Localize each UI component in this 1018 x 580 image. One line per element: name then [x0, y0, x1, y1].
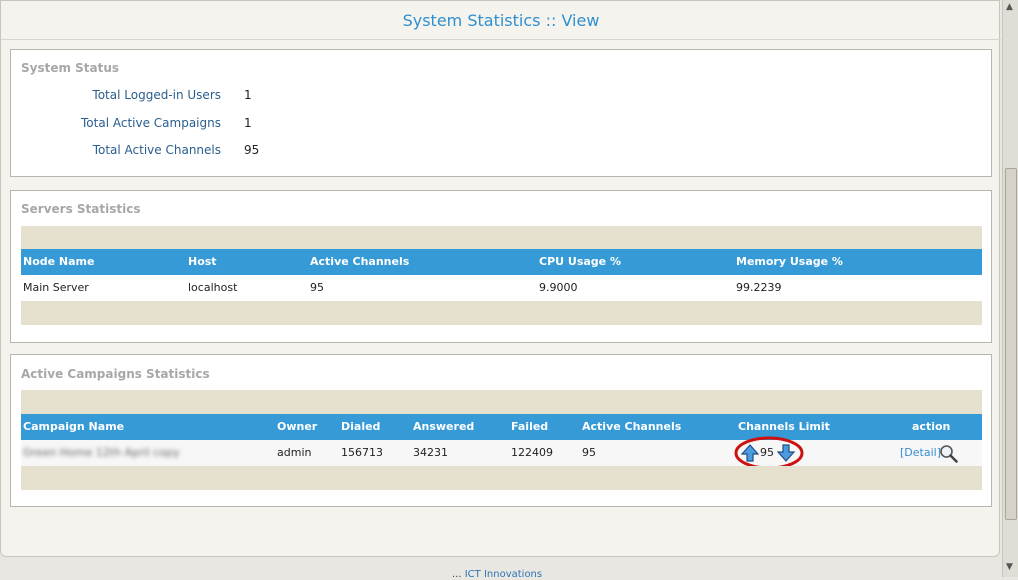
cell-answered: 34231	[413, 446, 448, 459]
footer: ... ICT Innovations	[452, 569, 542, 580]
increase-limit-arrow-up-icon[interactable]	[741, 444, 759, 462]
system-status-title: System Status	[21, 61, 120, 75]
footer-prefix: ...	[452, 569, 462, 580]
status-value: 1	[244, 88, 252, 102]
scroll-down-icon[interactable]: ▼	[1006, 562, 1013, 572]
cell-failed: 122409	[511, 446, 553, 459]
table-top-bar	[21, 390, 982, 414]
campaigns-panel: Active Campaigns Statistics Campaign Nam…	[10, 354, 992, 507]
scrollbar-thumb[interactable]	[1005, 168, 1017, 520]
col-campaign-name[interactable]: Campaign Name	[23, 414, 124, 440]
col-memory-usage[interactable]: Memory Usage %	[736, 249, 843, 275]
status-value: 1	[244, 116, 252, 130]
cell-host: localhost	[188, 281, 238, 294]
cell-cpu: 9.9000	[539, 281, 578, 294]
servers-table-header: Node Name Host Active Channels CPU Usage…	[21, 249, 982, 275]
table-top-bar	[21, 226, 982, 249]
vertical-scrollbar[interactable]: ▲ ▼	[1002, 0, 1018, 577]
servers-panel: Servers Statistics Node Name Host Active…	[10, 190, 992, 343]
title-divider	[1, 39, 1001, 40]
table-bottom-bar	[21, 301, 982, 325]
table-row: Main Server localhost 95 9.9000 99.2239	[21, 275, 982, 301]
status-row-users: Total Logged-in Users 1	[11, 88, 411, 106]
col-answered[interactable]: Answered	[413, 414, 474, 440]
detail-link[interactable]: [Detail]	[900, 440, 941, 466]
cell-channels: 95	[310, 281, 324, 294]
col-cpu-usage[interactable]: CPU Usage %	[539, 249, 621, 275]
cell-memory: 99.2239	[736, 281, 782, 294]
table-bottom-bar	[21, 466, 982, 490]
cell-campaign-name: Green Home 12th April copy	[23, 446, 180, 459]
main-frame: System Statistics :: View System Status …	[0, 0, 1001, 557]
status-row-channels: Total Active Channels 95	[11, 143, 411, 161]
system-status-panel: System Status Total Logged-in Users 1 To…	[10, 49, 992, 177]
status-label: Total Active Channels	[92, 143, 221, 157]
decrease-limit-arrow-down-icon[interactable]	[777, 444, 795, 462]
table-row: Green Home 12th April copy admin 156713 …	[21, 436, 982, 470]
col-failed[interactable]: Failed	[511, 414, 548, 440]
status-row-campaigns: Total Active Campaigns 1	[11, 116, 411, 134]
scroll-up-icon[interactable]: ▲	[1006, 2, 1013, 12]
status-label: Total Logged-in Users	[92, 88, 221, 102]
col-action[interactable]: action	[912, 414, 950, 440]
status-value: 95	[244, 143, 260, 157]
col-active-channels[interactable]: Active Channels	[310, 249, 409, 275]
servers-title: Servers Statistics	[21, 202, 141, 216]
col-owner[interactable]: Owner	[277, 414, 317, 440]
campaigns-table-header: Campaign Name Owner Dialed Answered Fail…	[21, 414, 982, 440]
col-node-name[interactable]: Node Name	[23, 249, 94, 275]
campaigns-title: Active Campaigns Statistics	[21, 367, 210, 381]
magnifier-icon[interactable]	[939, 444, 958, 463]
col-host[interactable]: Host	[188, 249, 217, 275]
page-title: System Statistics :: View	[402, 11, 600, 30]
cell-active: 95	[582, 446, 596, 459]
footer-link[interactable]: ICT Innovations	[465, 569, 542, 580]
cell-node: Main Server	[23, 281, 89, 294]
cell-dialed: 156713	[341, 446, 383, 459]
status-label: Total Active Campaigns	[81, 116, 221, 130]
col-active-channels[interactable]: Active Channels	[582, 414, 681, 440]
cell-channels-limit: 95	[760, 446, 774, 459]
col-dialed[interactable]: Dialed	[341, 414, 380, 440]
cell-owner: admin	[277, 446, 312, 459]
